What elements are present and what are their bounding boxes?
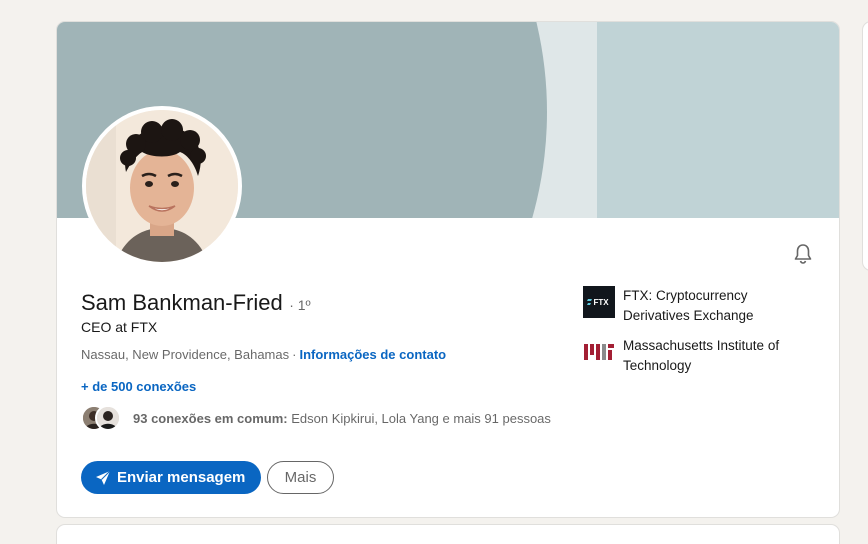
org-item-ftx[interactable]: FTX FTX: Cryptocurrency Derivatives Exch… (583, 286, 803, 326)
mutual-connections-text: 93 conexões em comum: Edson Kipkirui, Lo… (133, 411, 551, 426)
location-row: Nassau, New Providence, Bahamas · Informaç… (81, 347, 446, 362)
mutual-avatar (95, 405, 121, 431)
profile-photo (86, 110, 238, 262)
mutual-names: Edson Kipkirui, Lola Yang e mais 91 pess… (287, 410, 551, 426)
send-message-label: Enviar mensagem (117, 469, 246, 486)
profile-headline: CEO at FTX (81, 319, 158, 335)
ftx-logo: FTX (583, 286, 615, 318)
more-button[interactable]: Mais (267, 461, 334, 494)
location-separator: · (292, 347, 297, 362)
mit-logo (583, 336, 615, 368)
org-name: Massachusetts Institute of Technology (623, 338, 780, 373)
bell-icon[interactable] (791, 242, 815, 266)
next-section-card (56, 524, 840, 544)
connection-degree: · 1º (289, 297, 311, 313)
org-name: FTX: Cryptocurrency Derivatives Exchange (623, 288, 754, 323)
name-row: Sam Bankman-Fried · 1º (81, 290, 311, 316)
profile-location: Nassau, New Providence, Bahamas (81, 347, 290, 362)
mutual-avatars (81, 403, 129, 433)
paper-plane-icon (96, 470, 111, 485)
contact-info-link[interactable]: Informações de contato (299, 347, 446, 362)
side-panel-edge (862, 21, 868, 271)
profile-avatar[interactable] (82, 106, 242, 266)
profile-name: Sam Bankman-Fried (81, 290, 283, 315)
profile-card: Sam Bankman-Fried · 1º CEO at FTX Nassau… (56, 21, 840, 518)
mutual-connections[interactable]: 93 conexões em comum: Edson Kipkirui, Lo… (81, 403, 551, 433)
send-message-button[interactable]: Enviar mensagem (81, 461, 262, 494)
connections-link[interactable]: + de 500 conexões (81, 379, 196, 394)
org-item-mit[interactable]: Massachusetts Institute of Technology (583, 336, 803, 376)
mutual-count: 93 conexões em comum: (133, 410, 288, 426)
ftx-logo-text: FTX (593, 298, 609, 307)
